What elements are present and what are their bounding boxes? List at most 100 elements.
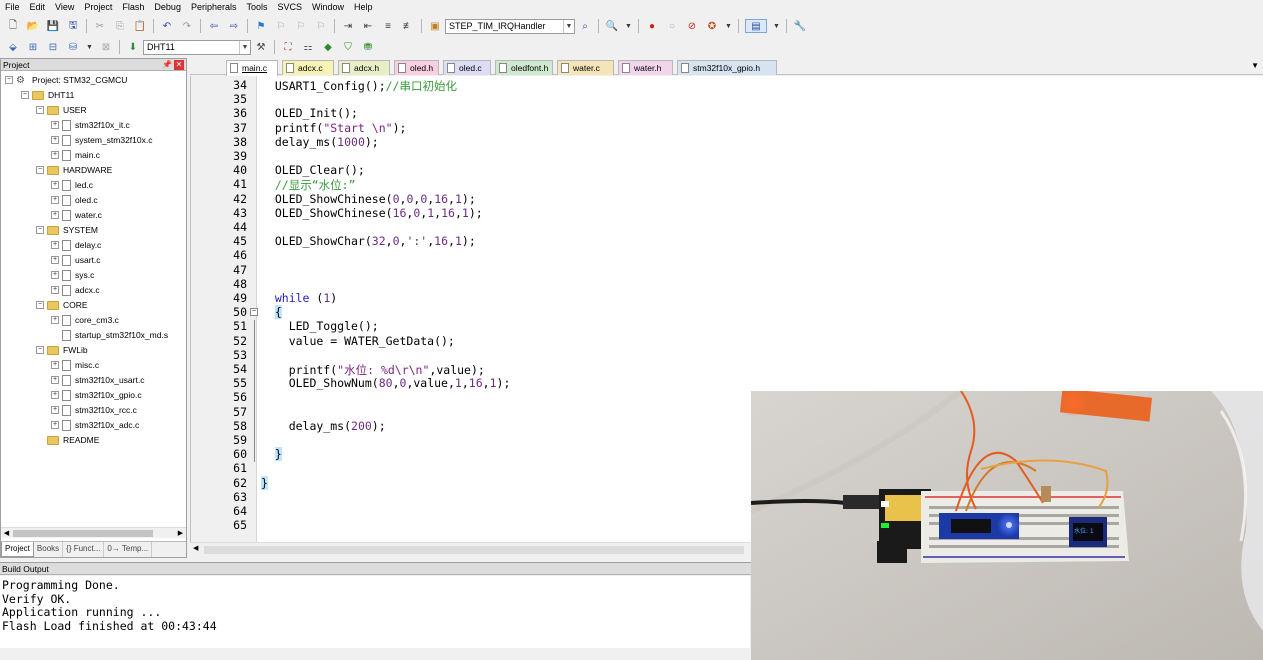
code-line[interactable]: USART1_Config();//串口初始化 bbox=[261, 78, 457, 94]
project-horizontal-scrollbar[interactable]: ◀ ▶ bbox=[1, 527, 186, 538]
nav-back-icon[interactable]: ⇦ bbox=[207, 19, 221, 33]
code-line[interactable]: OLED_ShowChinese(0,0,0,16,1); bbox=[261, 192, 476, 206]
editor-tab[interactable]: oled.c bbox=[443, 60, 491, 75]
paste-icon[interactable]: 📋 bbox=[133, 19, 147, 33]
chevron-down-icon[interactable]: ▼ bbox=[625, 19, 632, 33]
disable-breakpoint-icon[interactable]: ○ bbox=[665, 19, 679, 33]
tab-project[interactable]: Project bbox=[1, 542, 34, 557]
menu-project[interactable]: Project bbox=[79, 0, 117, 14]
expand-icon[interactable]: + bbox=[51, 421, 59, 429]
tree-item[interactable]: − FWLib bbox=[36, 343, 88, 357]
scroll-left-icon[interactable]: ◀ bbox=[193, 544, 198, 552]
save-icon[interactable]: 💾 bbox=[46, 19, 60, 33]
tree-item[interactable]: − ⚙ Project: STM32_CGMCU bbox=[5, 73, 127, 87]
tree-item[interactable]: + adcx.c bbox=[51, 283, 100, 297]
code-line[interactable]: } bbox=[261, 447, 282, 462]
code-line[interactable]: value = WATER_GetData(); bbox=[261, 334, 455, 348]
tree-item[interactable]: + water.c bbox=[51, 208, 102, 222]
expand-icon[interactable]: + bbox=[51, 181, 59, 189]
expand-icon[interactable]: + bbox=[51, 211, 59, 219]
download-icon[interactable]: ⬇ bbox=[126, 40, 140, 54]
tree-item[interactable]: + core_cm3.c bbox=[51, 313, 119, 327]
breakpoint-icon[interactable]: ● bbox=[645, 19, 659, 33]
find-icon[interactable]: ⌕ bbox=[578, 19, 592, 33]
uncomment-icon[interactable]: ≢ bbox=[401, 19, 415, 33]
batch-build-icon[interactable]: ⛁ bbox=[66, 40, 80, 54]
code-line[interactable]: delay_ms(200); bbox=[261, 419, 386, 433]
editor-tab[interactable]: water.h bbox=[618, 60, 673, 75]
tree-item[interactable]: − DHT11 bbox=[21, 88, 74, 102]
window-layout-icon[interactable]: ▤ bbox=[745, 19, 767, 33]
select-packs-icon[interactable]: ◆ bbox=[321, 40, 335, 54]
collapse-icon[interactable]: − bbox=[250, 308, 258, 317]
chevron-down-icon[interactable]: ▼ bbox=[86, 40, 93, 54]
collapse-icon[interactable]: − bbox=[36, 301, 44, 309]
new-file-icon[interactable]: 🗋 bbox=[6, 19, 20, 33]
tree-item[interactable]: + stm32f10x_gpio.c bbox=[51, 388, 142, 402]
build-output-scrollbar[interactable] bbox=[0, 648, 750, 660]
expand-icon[interactable]: + bbox=[51, 196, 59, 204]
menu-view[interactable]: View bbox=[50, 0, 79, 14]
code-line[interactable]: delay_ms(1000); bbox=[261, 135, 379, 149]
find-in-files-icon[interactable]: ▣ bbox=[428, 19, 442, 33]
editor-tab[interactable]: adcx.h bbox=[338, 60, 390, 75]
rebuild-icon[interactable]: ⊟ bbox=[46, 40, 60, 54]
tab-books[interactable]: Books bbox=[34, 542, 64, 557]
next-bookmark-icon[interactable]: ⚐ bbox=[294, 19, 308, 33]
incremental-find-icon[interactable]: 🔍 bbox=[605, 19, 619, 33]
tree-item[interactable]: − USER bbox=[36, 103, 87, 117]
tree-item[interactable]: startup_stm32f10x_md.s bbox=[51, 328, 168, 342]
manage-components-icon[interactable]: ⛶ bbox=[281, 40, 295, 54]
tree-item[interactable]: − CORE bbox=[36, 298, 88, 312]
collapse-icon[interactable]: − bbox=[36, 346, 44, 354]
target-combo[interactable]: DHT11 ▼ bbox=[143, 39, 251, 55]
collapse-icon[interactable]: − bbox=[21, 91, 29, 99]
pin-icon[interactable]: 📌 bbox=[162, 59, 172, 71]
expand-icon[interactable]: + bbox=[51, 256, 59, 264]
chevron-down-icon[interactable]: ▼ bbox=[563, 19, 574, 33]
expand-icon[interactable]: + bbox=[51, 271, 59, 279]
scroll-thumb[interactable] bbox=[204, 546, 744, 554]
editor-tab[interactable]: adcx.c bbox=[282, 60, 334, 75]
chevron-down-icon[interactable]: ▼ bbox=[239, 40, 250, 54]
menu-peripherals[interactable]: Peripherals bbox=[186, 0, 242, 14]
code-line[interactable]: OLED_ShowChinese(16,0,1,16,1); bbox=[261, 206, 483, 220]
cut-icon[interactable]: ✂ bbox=[93, 19, 107, 33]
expand-icon[interactable]: + bbox=[51, 151, 59, 159]
tree-item[interactable]: + delay.c bbox=[51, 238, 101, 252]
expand-icon[interactable]: + bbox=[51, 286, 59, 294]
menu-edit[interactable]: Edit bbox=[25, 0, 51, 14]
chevron-down-icon[interactable]: ▼ bbox=[1251, 61, 1259, 70]
chevron-down-icon[interactable]: ▼ bbox=[725, 19, 732, 33]
code-line[interactable]: LED_Toggle(); bbox=[261, 319, 379, 333]
expand-icon[interactable]: + bbox=[51, 136, 59, 144]
collapse-icon[interactable]: − bbox=[36, 166, 44, 174]
editor-tab[interactable]: water.c bbox=[557, 60, 614, 75]
menu-file[interactable]: File bbox=[0, 0, 25, 14]
expand-icon[interactable]: + bbox=[51, 121, 59, 129]
editor-horizontal-scrollbar[interactable]: ◀ bbox=[190, 542, 750, 556]
editor-tab[interactable]: main.c bbox=[226, 60, 278, 76]
manage-rte-icon[interactable]: ⛃ bbox=[361, 40, 375, 54]
code-line[interactable]: OLED_Init(); bbox=[261, 106, 358, 120]
tree-item[interactable]: + usart.c bbox=[51, 253, 101, 267]
code-line[interactable]: printf("Start \n"); bbox=[261, 121, 407, 135]
code-line[interactable]: while (1) bbox=[261, 291, 337, 305]
tree-item[interactable]: − SYSTEM bbox=[36, 223, 98, 237]
expand-icon[interactable]: + bbox=[51, 391, 59, 399]
tree-item[interactable]: + stm32f10x_it.c bbox=[51, 118, 130, 132]
open-file-icon[interactable]: 📂 bbox=[26, 19, 40, 33]
stop-build-icon[interactable]: ⊠ bbox=[99, 40, 113, 54]
menu-svcs[interactable]: SVCS bbox=[273, 0, 308, 14]
indent-icon[interactable]: ⇥ bbox=[341, 19, 355, 33]
expand-icon[interactable]: + bbox=[51, 406, 59, 414]
build-icon[interactable]: ⊞ bbox=[26, 40, 40, 54]
editor-tab[interactable]: stm32f10x_gpio.h bbox=[677, 60, 777, 75]
wrench-icon[interactable]: 🔧 bbox=[793, 19, 807, 33]
pack-installer-icon[interactable]: ⛉ bbox=[341, 40, 355, 54]
target-options-icon[interactable]: ⚒ bbox=[254, 40, 268, 54]
scroll-left-icon[interactable]: ◀ bbox=[1, 528, 12, 539]
code-line[interactable]: OLED_ShowNum(80,0,value,1,16,1); bbox=[261, 376, 511, 390]
expand-icon[interactable]: + bbox=[51, 361, 59, 369]
translate-icon[interactable]: ⬙ bbox=[6, 40, 20, 54]
